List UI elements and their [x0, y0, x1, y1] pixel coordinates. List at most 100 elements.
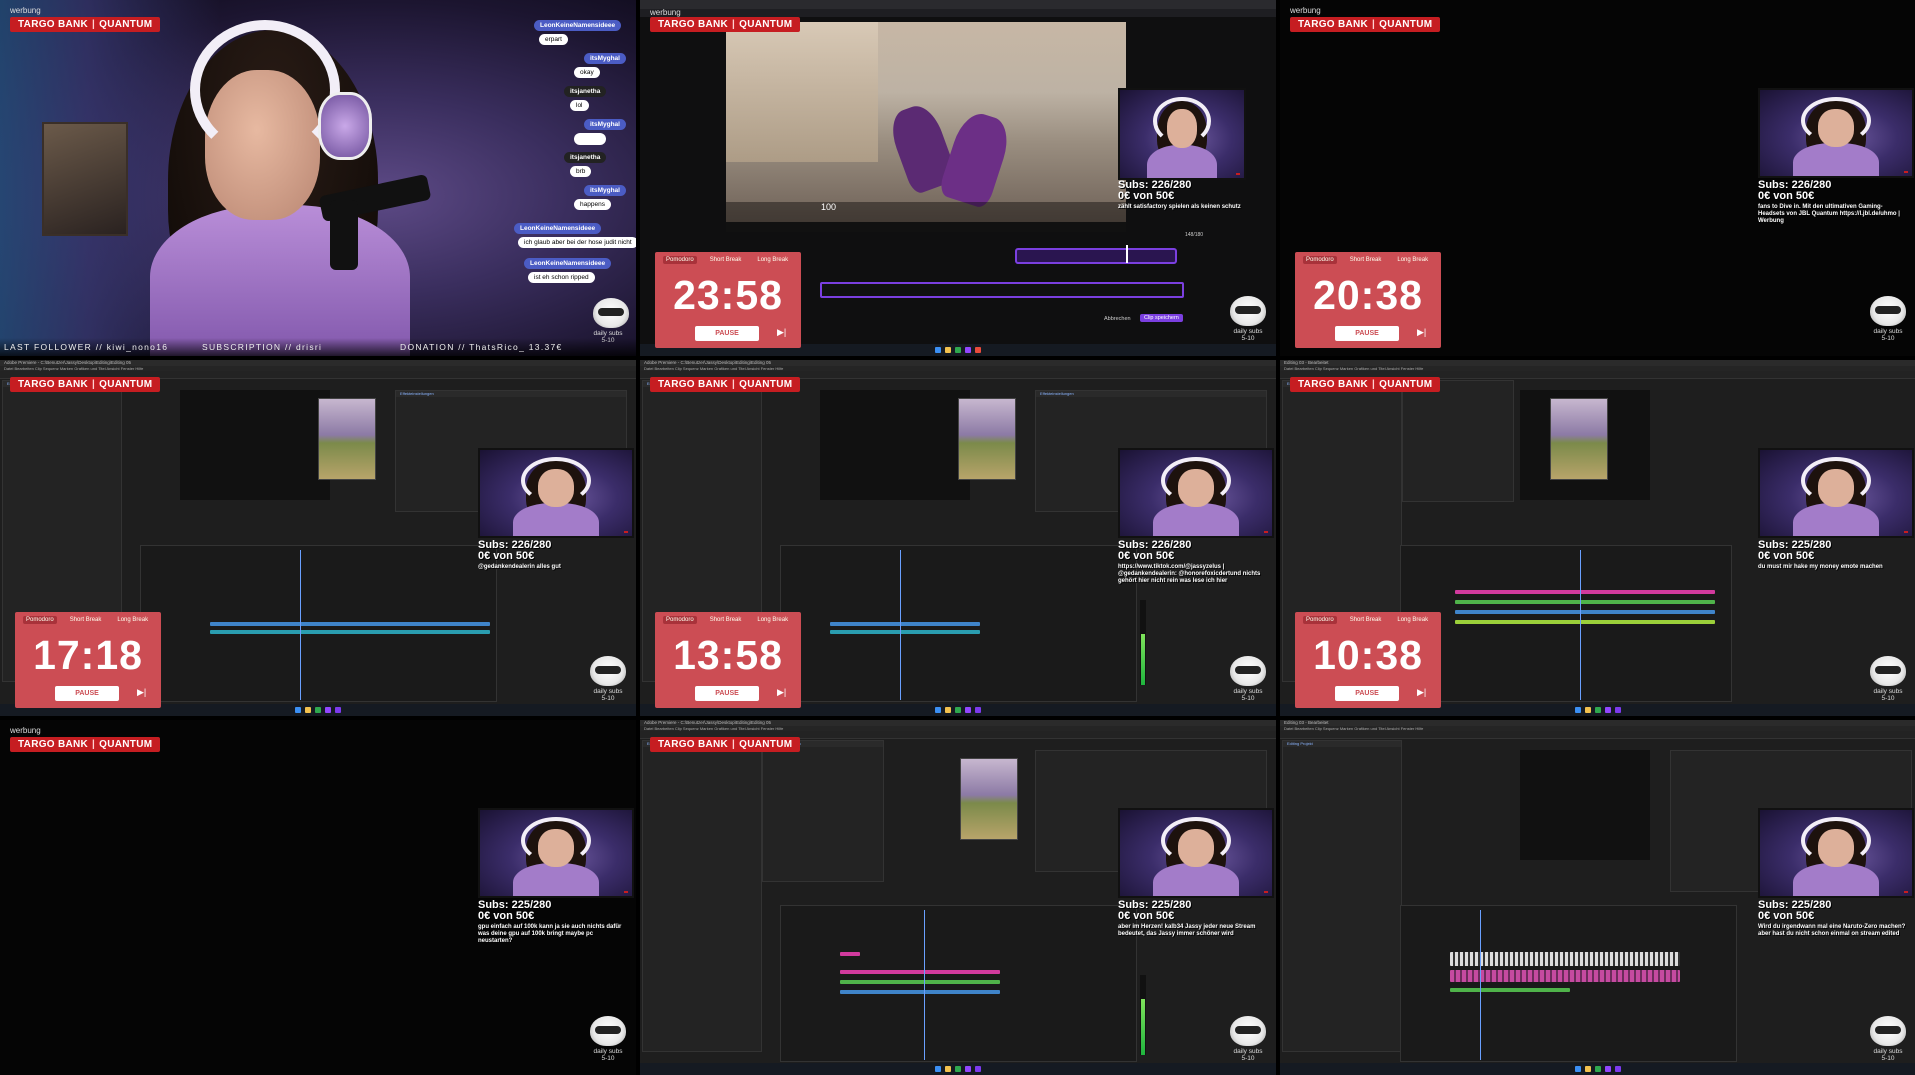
pause-button[interactable]: PAUSE: [55, 686, 119, 701]
chrome-icon[interactable]: [955, 1066, 961, 1072]
twitch-icon[interactable]: [325, 707, 331, 713]
browser-address-bar[interactable]: [640, 9, 1276, 17]
start-icon[interactable]: [935, 347, 941, 353]
source-monitor[interactable]: [820, 390, 970, 500]
chrome-icon[interactable]: [315, 707, 321, 713]
premiere-icon[interactable]: [1614, 707, 1621, 713]
tab-short-break[interactable]: Short Break: [707, 256, 745, 264]
explorer-icon[interactable]: [945, 347, 951, 353]
skip-icon[interactable]: ▶|: [1417, 327, 1426, 338]
skip-icon[interactable]: ▶|: [777, 327, 786, 338]
chrome-icon[interactable]: [955, 707, 961, 713]
project-panel[interactable]: Editing Projekt: [1282, 740, 1402, 1052]
tab-short-break[interactable]: Short Break: [707, 616, 745, 624]
effects-panel-title: Effekteinstellungen: [1036, 391, 1266, 397]
clip-range-selector[interactable]: [1015, 248, 1177, 264]
clip-title-input[interactable]: [820, 282, 1184, 298]
video-track-clip[interactable]: [840, 970, 1000, 974]
tab-short-break[interactable]: Short Break: [67, 616, 105, 624]
video-track-clip[interactable]: [840, 952, 860, 956]
premiere-icon[interactable]: [335, 707, 341, 713]
audio-track-clip[interactable]: [830, 630, 980, 634]
audio-track-clip[interactable]: [210, 630, 490, 634]
effect-controls-panel[interactable]: Effekteinstellungen: [762, 740, 884, 882]
tab-long-break[interactable]: Long Break: [754, 616, 791, 624]
save-clip-button[interactable]: Clip speichern: [1140, 314, 1183, 322]
start-icon[interactable]: [1574, 707, 1581, 713]
video-track-cuts[interactable]: [1450, 970, 1680, 982]
pause-button[interactable]: PAUSE: [1335, 326, 1399, 341]
premiere-icon[interactable]: [975, 707, 981, 713]
chrome-icon[interactable]: [1594, 1066, 1601, 1072]
cancel-button[interactable]: Abbrechen: [1104, 316, 1131, 322]
sponsor-banner: TARGO BANK | QUANTUM: [1290, 377, 1441, 392]
video-track-clip[interactable]: [210, 622, 490, 626]
tab-long-break[interactable]: Long Break: [754, 256, 791, 264]
chrome-icon[interactable]: [955, 347, 961, 353]
timeline-playhead[interactable]: [1580, 550, 1581, 700]
premiere-icon[interactable]: [1614, 1066, 1621, 1072]
skip-icon[interactable]: ▶|: [777, 687, 786, 698]
start-icon[interactable]: [935, 707, 941, 713]
skip-icon[interactable]: ▶|: [1417, 687, 1426, 698]
subs-goal: Subs: 226/280 0€ von 50€: [478, 540, 551, 562]
pause-button[interactable]: PAUSE: [695, 686, 759, 701]
chrome-icon[interactable]: [1594, 707, 1601, 713]
timeline-panel[interactable]: [1400, 905, 1737, 1062]
twitch-icon[interactable]: [965, 707, 971, 713]
game-hand-right: [937, 108, 1015, 210]
explorer-icon[interactable]: [305, 707, 311, 713]
daily-subs-range: 5-10: [1241, 335, 1255, 342]
start-icon[interactable]: [1574, 1066, 1581, 1072]
twitch-icon[interactable]: [965, 347, 971, 353]
video-track-clip[interactable]: [840, 980, 1000, 984]
program-monitor[interactable]: [1520, 750, 1650, 860]
explorer-icon[interactable]: [1584, 707, 1591, 713]
project-panel[interactable]: Editing Projekt: [642, 740, 762, 1052]
timeline-playhead[interactable]: [300, 550, 301, 700]
tab-long-break[interactable]: Long Break: [1394, 256, 1431, 264]
video-player[interactable]: 100: [726, 22, 1126, 232]
tab-short-break[interactable]: Short Break: [1347, 256, 1385, 264]
effect-controls-panel[interactable]: [1402, 380, 1514, 502]
timeline-playhead[interactable]: [924, 910, 925, 1060]
app-icon[interactable]: [975, 347, 981, 353]
tab-long-break[interactable]: Long Break: [114, 616, 151, 624]
source-monitor[interactable]: [180, 390, 330, 500]
tab-pomodoro[interactable]: Pomodoro: [23, 616, 57, 624]
daily-subs-label: daily subs5-10: [1226, 1048, 1270, 1062]
start-icon[interactable]: [935, 1066, 941, 1072]
facecam: [1758, 808, 1914, 898]
audio-track-clip[interactable]: [1455, 620, 1715, 624]
video-track-cuts[interactable]: [1450, 952, 1680, 966]
explorer-icon[interactable]: [945, 1066, 951, 1072]
twitch-icon[interactable]: [1604, 707, 1611, 713]
clip-playhead[interactable]: [1126, 245, 1128, 263]
audio-track-clip[interactable]: [840, 990, 1000, 994]
pause-button[interactable]: PAUSE: [695, 326, 759, 341]
video-track-clip[interactable]: [1455, 600, 1715, 604]
timeline-playhead[interactable]: [1480, 910, 1481, 1060]
video-track-clip[interactable]: [1455, 590, 1715, 594]
audio-track-clip[interactable]: [1455, 610, 1715, 614]
webcam-scene: werbung TARGO BANK | QUANTUM LeonKeineName…: [0, 0, 636, 356]
explorer-icon[interactable]: [945, 707, 951, 713]
tab-short-break[interactable]: Short Break: [1347, 616, 1385, 624]
timeline-playhead[interactable]: [900, 550, 901, 700]
tab-pomodoro[interactable]: Pomodoro: [1303, 256, 1337, 264]
tab-long-break[interactable]: Long Break: [1394, 616, 1431, 624]
twitch-icon[interactable]: [1604, 1066, 1611, 1072]
chat-overlay: aber im Herzen! kalb34 Jassy jeder neue …: [1118, 924, 1256, 937]
tab-pomodoro[interactable]: Pomodoro: [663, 616, 697, 624]
tab-pomodoro[interactable]: Pomodoro: [663, 256, 697, 264]
player-controls[interactable]: [726, 222, 1126, 232]
video-track-clip[interactable]: [830, 622, 980, 626]
twitch-icon[interactable]: [965, 1066, 971, 1072]
premiere-icon[interactable]: [975, 1066, 981, 1072]
tab-pomodoro[interactable]: Pomodoro: [1303, 616, 1337, 624]
explorer-icon[interactable]: [1584, 1066, 1591, 1072]
pause-button[interactable]: PAUSE: [1335, 686, 1399, 701]
audio-track-clip[interactable]: [1450, 988, 1570, 992]
start-icon[interactable]: [295, 707, 301, 713]
skip-icon[interactable]: ▶|: [137, 687, 146, 698]
